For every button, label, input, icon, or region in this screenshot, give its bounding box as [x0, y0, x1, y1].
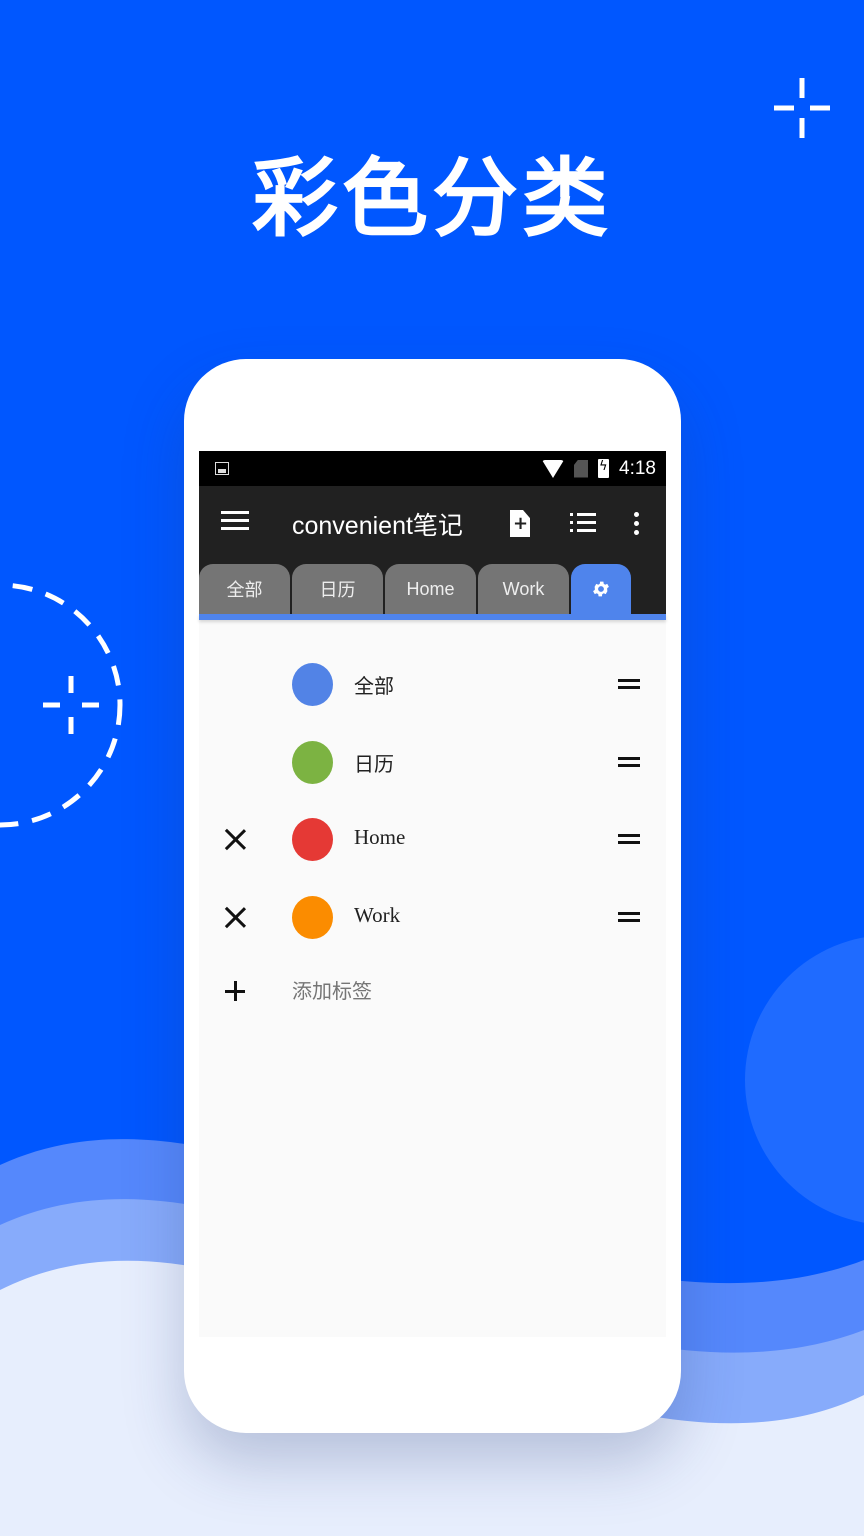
color-swatch[interactable] — [292, 663, 333, 706]
tab-work[interactable]: Work — [478, 564, 569, 614]
app-screen: 4:18 convenient笔记 全部 日历 Home Work — [199, 451, 666, 1337]
color-swatch[interactable] — [292, 741, 333, 784]
tab-settings[interactable] — [571, 564, 631, 614]
more-vert-icon[interactable] — [634, 512, 640, 536]
add-note-icon[interactable] — [510, 510, 530, 537]
list-item: Work — [199, 889, 666, 949]
list-item: 全部 — [199, 656, 666, 716]
app-bar: convenient笔记 全部 日历 Home Work — [199, 486, 666, 614]
battery-charging-icon — [598, 459, 610, 478]
category-label: Work — [354, 903, 401, 927]
wifi-icon — [542, 459, 565, 478]
tab-indicator — [199, 614, 666, 620]
list-item: 日历 — [199, 734, 666, 794]
no-sim-icon — [574, 459, 589, 478]
drag-handle-icon[interactable] — [618, 757, 640, 768]
delete-icon[interactable] — [223, 827, 247, 851]
phone-frame: 4:18 convenient笔记 全部 日历 Home Work — [184, 359, 681, 1433]
category-label: 全部 — [354, 674, 394, 698]
plus-icon — [225, 981, 245, 1001]
tab-all[interactable]: 全部 — [199, 564, 290, 614]
status-time: 4:18 — [619, 457, 656, 479]
image-icon — [215, 462, 229, 475]
status-bar: 4:18 — [199, 451, 666, 486]
menu-icon[interactable] — [221, 511, 249, 535]
drag-handle-icon[interactable] — [618, 679, 640, 690]
category-label: 日历 — [354, 752, 394, 776]
category-label: Home — [354, 825, 406, 849]
headline: 彩色分类 — [252, 149, 612, 249]
tab-calendar[interactable]: 日历 — [292, 564, 383, 614]
app-title: convenient笔记 — [292, 512, 463, 540]
drag-handle-icon[interactable] — [618, 834, 640, 845]
add-category-button[interactable]: 添加标签 — [199, 975, 666, 1015]
category-tabs: 全部 日历 Home Work — [199, 564, 631, 614]
drag-handle-icon[interactable] — [618, 912, 640, 923]
settings-gear-icon — [593, 581, 609, 597]
color-swatch[interactable] — [292, 818, 333, 861]
delete-icon[interactable] — [223, 905, 247, 929]
tab-home[interactable]: Home — [385, 564, 476, 614]
list-view-icon[interactable] — [570, 513, 596, 533]
list-item: Home — [199, 811, 666, 871]
add-category-label: 添加标签 — [292, 979, 372, 1003]
color-swatch[interactable] — [292, 896, 333, 939]
